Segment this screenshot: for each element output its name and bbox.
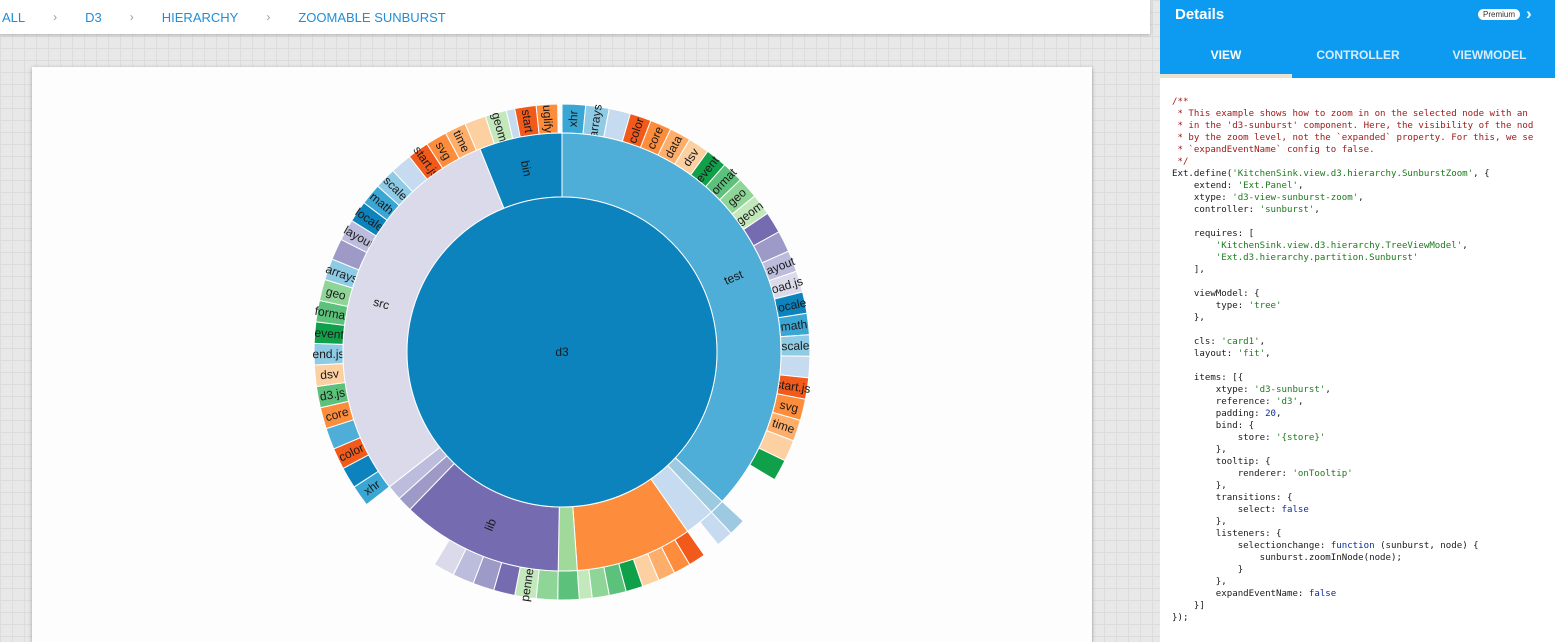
code-line: * This example shows how to zoom in on t… (1172, 109, 1528, 119)
code-line: } (1172, 565, 1244, 575)
code-line: requires: [ (1172, 229, 1255, 239)
sunburst-ring2-segment-label: math (780, 317, 808, 334)
code-line: sunburst.zoomInNode(node); (1172, 553, 1402, 563)
code-line: items: [{ (1172, 373, 1244, 383)
tab-controller[interactable]: CONTROLLER (1292, 48, 1424, 62)
sunburst-ring1-segment-label: bin (518, 159, 535, 177)
code-line: Ext.define('KitchenSink.view.d3.hierarch… (1172, 169, 1490, 179)
source-code-view: /** * This example shows how to zoom in … (1172, 96, 1555, 636)
breadcrumb-item[interactable]: HIERARCHY (158, 10, 243, 25)
code-line: }, (1172, 517, 1227, 527)
code-line: reference: 'd3', (1172, 397, 1304, 407)
code-line: }, (1172, 445, 1227, 455)
details-header: Details Premium › VIEW CONTROLLER VIEWMO… (1160, 0, 1555, 78)
sunburst-ring2-segment-label: event (314, 326, 345, 342)
tab-view[interactable]: VIEW (1160, 48, 1292, 62)
code-line: extend: 'Ext.Panel', (1172, 181, 1304, 191)
code-line: listeners: { (1172, 529, 1282, 539)
code-line: }); (1172, 613, 1189, 623)
code-line: xtype: 'd3-view-sunburst-zoom', (1172, 193, 1364, 203)
chevron-right-icon: › (129, 10, 134, 24)
chevron-right-icon: › (53, 10, 58, 24)
code-line: 'Ext.d3.hierarchy.partition.Sunburst' (1215, 253, 1419, 263)
sunburst-root-label: d3 (555, 345, 569, 359)
code-line: store: '{store}' (1172, 433, 1326, 443)
sunburst-ring2-segment-label: dsv (320, 367, 340, 383)
code-line: layout: 'fit', (1172, 349, 1271, 359)
code-line: * by the zoom level, not the `expanded` … (1172, 133, 1534, 143)
code-line: * in the 'd3-sunburst' component. Here, … (1172, 121, 1534, 131)
code-line: controller: 'sunburst', (1172, 205, 1320, 215)
active-tab-indicator (1160, 74, 1292, 78)
code-line: transitions: { (1172, 493, 1293, 503)
code-line: selectionchange: function (sunburst, nod… (1172, 541, 1479, 551)
code-line: select: false (1172, 505, 1309, 515)
code-line: 'KitchenSink.view.d3.hierarchy.TreeViewM… (1215, 241, 1468, 251)
code-line: padding: 20, (1172, 409, 1282, 419)
code-line: bind: { (1172, 421, 1255, 431)
code-line: cls: 'card1', (1172, 337, 1266, 347)
code-line: }] (1172, 601, 1205, 611)
details-panel: Details Premium › VIEW CONTROLLER VIEWMO… (1160, 0, 1555, 642)
sunburst-ring2-segment-label: end.js (312, 347, 344, 361)
chevron-right-icon: › (266, 10, 271, 24)
details-title: Details (1175, 6, 1225, 23)
code-line: xtype: 'd3-sunburst', (1172, 385, 1331, 395)
code-line: /** (1172, 97, 1189, 107)
chevron-right-icon[interactable]: › (1526, 4, 1532, 24)
breadcrumb-item[interactable]: ZOOMABLE SUNBURST (294, 10, 449, 25)
code-line: expandEventName: false (1172, 589, 1337, 599)
sunburst-card: xhr arrays color core data dsv event format geo g… (32, 67, 1092, 642)
code-line: viewModel: { (1172, 289, 1260, 299)
code-line: type: 'tree' (1172, 301, 1282, 311)
code-line: */ (1172, 157, 1189, 167)
premium-badge: Premium (1478, 9, 1521, 20)
sunburst-ring2-segment-label: xhr (566, 110, 581, 127)
sunburst-ring2-segment-label: scale (781, 339, 810, 354)
sunburst-ring2-segment[interactable] (557, 569, 580, 601)
sunburst-ring2-segment[interactable] (535, 569, 559, 601)
tab-viewmodel[interactable]: VIEWMODEL (1424, 48, 1555, 62)
code-line: }, (1172, 481, 1227, 491)
breadcrumb-item[interactable]: ALL (0, 10, 29, 25)
sunburst-ring2-segment-label: uglify (540, 105, 556, 134)
sunburst-chart[interactable]: xhr arrays colorcoredatadsveventformatgeog… (32, 67, 1092, 642)
code-line: }, (1172, 577, 1227, 587)
code-line: * `expandEventName` config to false. (1172, 145, 1375, 155)
breadcrumb: ALL › D3 › HIERARCHY › ZOOMABLE SUNBURST (0, 0, 1150, 34)
code-line: ], (1172, 265, 1205, 275)
breadcrumb-item[interactable]: D3 (81, 10, 106, 25)
code-line: tooltip: { (1172, 457, 1271, 467)
code-line: }, (1172, 313, 1205, 323)
sunburst-ring2-segment[interactable] (779, 355, 811, 379)
code-line: renderer: 'onTooltip' (1172, 469, 1353, 479)
